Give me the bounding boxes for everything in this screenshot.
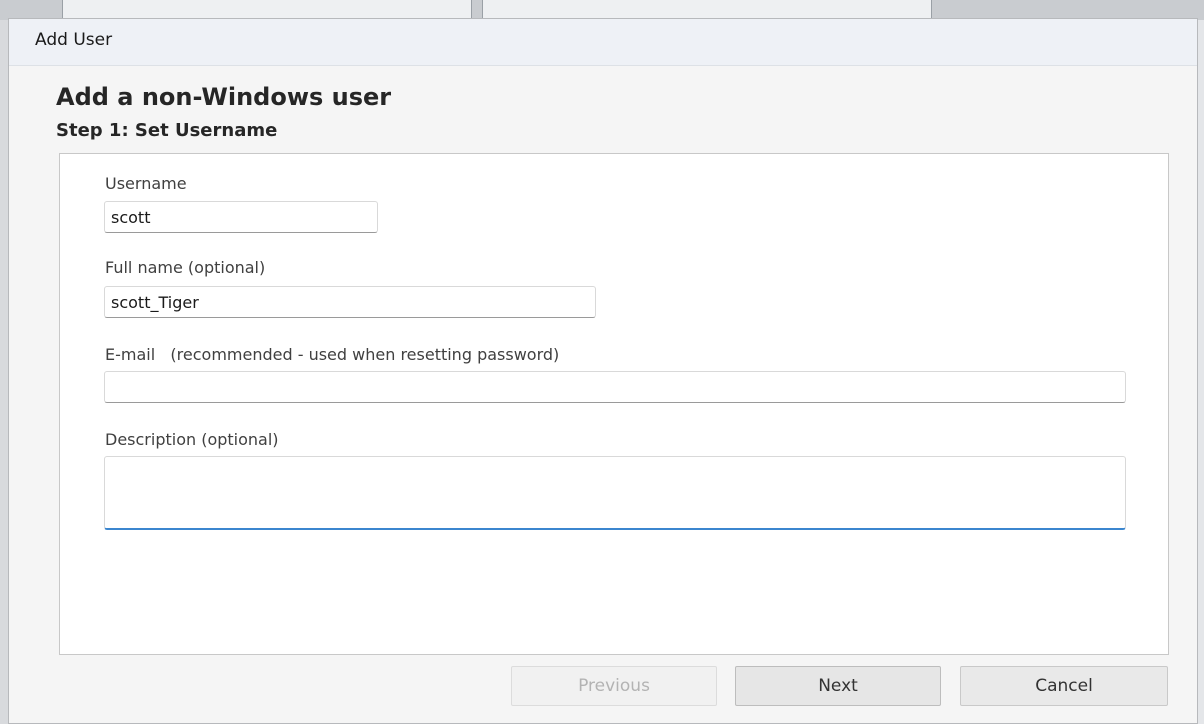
background-tab (62, 0, 472, 20)
username-input[interactable] (104, 201, 378, 233)
add-user-dialog: Add User Add a non-Windows user Step 1: … (8, 18, 1198, 724)
form-panel: Username Full name (optional) E-mail (re… (59, 153, 1169, 655)
previous-button[interactable]: Previous (511, 666, 717, 706)
wizard-step-title: Step 1: Set Username (56, 120, 278, 141)
background-tab (482, 0, 932, 20)
dialog-titlebar[interactable]: Add User (9, 19, 1197, 66)
full-name-input[interactable] (104, 286, 596, 318)
dialog-title: Add User (35, 30, 113, 50)
username-label: Username (105, 174, 187, 193)
full-name-label: Full name (optional) (105, 258, 266, 277)
email-input[interactable] (104, 371, 1126, 403)
wizard-heading: Add a non-Windows user (56, 83, 392, 111)
description-textarea[interactable] (104, 456, 1126, 530)
cancel-button[interactable]: Cancel (960, 666, 1168, 706)
description-label: Description (optional) (105, 430, 279, 449)
next-button[interactable]: Next (735, 666, 941, 706)
email-label: E-mail (recommended - used when resettin… (105, 345, 560, 364)
